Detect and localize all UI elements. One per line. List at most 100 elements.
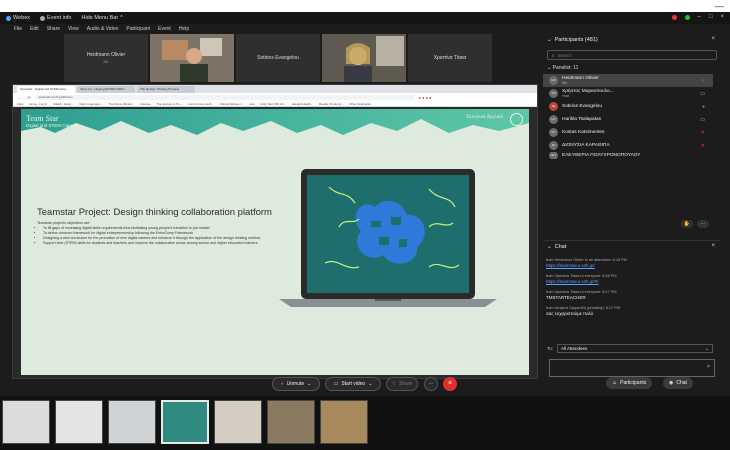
panelist-section-header[interactable]: ⌄ Panelist: 11 — [547, 65, 578, 71]
bookmark-item[interactable]: Apps — [17, 102, 23, 106]
chat-messages: from Heidmann Olivier to all attendees: … — [543, 256, 713, 340]
camera-icon[interactable]: ▭ — [700, 117, 705, 123]
panelist-name: ΕΛΕΥΘΕΡΙΑ ΠΟΛΥΧΡΟΝΟΠΟΥΛΟΥ — [562, 153, 641, 158]
bookmark-item[interactable]: Home - Log in — [29, 102, 47, 106]
panelist-row[interactable]: HT Harikla Tsalapatas ▭ — [543, 113, 713, 126]
menu-participant[interactable]: Participant — [126, 26, 150, 32]
connection-icon — [684, 14, 690, 20]
bookmark-item[interactable]: GitHub - Herer... — [53, 102, 73, 106]
participants-toggle-button[interactable]: ☺ Participants — [606, 377, 653, 389]
mic-on-icon[interactable]: ● — [702, 104, 705, 110]
shared-screen[interactable]: Teamstar - Digital and STEM Care... Inbo… — [12, 84, 538, 379]
thumbnail[interactable] — [2, 400, 50, 444]
bookmark-item[interactable]: Optimal Stories c... — [220, 102, 244, 106]
bookmark-item[interactable]: web — [249, 102, 254, 106]
side-panel: ⌄ Participants (481) × ⌕ ⌄ Panelist: 11 … — [543, 34, 721, 364]
tile-name: Heidmann Olivier — [86, 52, 126, 58]
extension-icons[interactable]: ● ● ● ● — [419, 95, 432, 100]
thumbnail[interactable] — [55, 400, 103, 444]
menu-file[interactable]: File — [14, 26, 22, 32]
bookmark-item[interactable]: List of prime numb... — [188, 102, 213, 106]
mic-muted-icon[interactable]: ✕ — [701, 130, 705, 136]
more-options-button[interactable]: ··· — [424, 377, 438, 391]
panelist-row[interactable]: KK Kostas Katsimentes ✕ — [543, 126, 713, 139]
chat-header: ⌄ Chat × — [543, 240, 721, 252]
chat-recipient-row: To: All Attendees ⌄ — [547, 344, 714, 353]
mic-muted-icon[interactable]: ✕ — [701, 78, 705, 84]
webex-logo-icon — [6, 15, 11, 21]
minimize-window-icon[interactable]: – — [698, 14, 701, 20]
participant-search[interactable]: ⌕ — [547, 50, 717, 60]
bookmark-item[interactable]: Moodle 3.5 site fe... — [319, 102, 343, 106]
video-tile-christina[interactable]: Χριστίνα Τίακα — [408, 34, 492, 82]
menu-event[interactable]: Event — [158, 26, 171, 32]
recipient-select[interactable]: All Attendees ⌄ — [557, 344, 714, 353]
end-meeting-button[interactable]: × — [443, 377, 457, 391]
chat-toggle-button[interactable]: ◉ Chat — [663, 377, 693, 389]
search-input[interactable] — [557, 52, 708, 58]
video-tile-camera-1[interactable] — [150, 34, 234, 82]
close-icon: × — [447, 380, 453, 387]
bookmark-item[interactable]: Other bookmarks — [349, 102, 370, 106]
menu-audio-video[interactable]: Audio & Video — [87, 26, 119, 32]
close-icon[interactable]: × — [711, 243, 715, 249]
browser-tab[interactable]: Inbox (x) - Heykey@STEM-ORM... — [77, 86, 135, 93]
bookmark-item[interactable]: The Future Worker... — [109, 102, 135, 106]
thumbnail[interactable] — [108, 400, 156, 444]
bookmark-item[interactable]: Unity Test CSF Ch... — [260, 102, 285, 106]
slide-title: Teamstar Project: Design thinking collab… — [37, 207, 272, 218]
camera-icon[interactable]: ▭ — [700, 91, 705, 97]
browser-tab[interactable]: Teamstar - Digital and STEM Care... — [17, 86, 75, 93]
tile-name: Sotirios Evangelou — [257, 55, 299, 61]
slide-header-banner: Team Star Digital and STEM Careers Ελλην… — [21, 109, 529, 141]
panelist-row[interactable]: SE Sotirios Evangelou ● — [543, 100, 713, 113]
unmute-button[interactable]: ● Unmute ⌄ — [272, 377, 320, 391]
chevron-down-icon[interactable]: ⌄ — [547, 244, 552, 250]
menu-help[interactable]: Help — [179, 26, 189, 32]
panelist-name: Sotirios Evangelou — [562, 104, 602, 109]
avatar: ΔΚ — [549, 141, 558, 150]
bookmark-item[interactable]: Harvard Health... — [292, 102, 313, 106]
maximize-window-icon[interactable]: □ — [709, 14, 713, 20]
start-video-button[interactable]: ▭ Start video ⌄ — [325, 377, 381, 391]
close-icon[interactable]: × — [711, 36, 715, 42]
panelist-row[interactable]: ΧΜ Χρήστος Μαρκοπουλο... Host ▭ — [543, 87, 713, 100]
more-options-icon[interactable]: ⋯ — [697, 220, 709, 228]
share-button[interactable]: ⇪ Share — [386, 377, 418, 391]
menu-view[interactable]: View — [68, 26, 79, 32]
video-tile-camera-2[interactable] — [322, 34, 406, 82]
mic-muted-icon[interactable]: ✕ — [701, 143, 705, 149]
minimize-icon[interactable]: — — [715, 1, 724, 11]
bookmark-item[interactable]: https://c-gen.gen... — [79, 102, 102, 106]
language-links[interactable]: Ελληνικά Αγγλικά — [466, 115, 503, 120]
message-link[interactable]: https://teamstar.e-uth.gr/#/ — [546, 279, 713, 284]
panelist-row[interactable]: ΔΚ ΔΙΟΝΥΣΙΑ ΚΑΡΑΘΙΠΑ ✕ — [543, 139, 713, 152]
panelist-row[interactable]: ΕΠ ΕΛΕΥΘΕΡΙΑ ΠΟΛΥΧΡΟΝΟΠΟΥΛΟΥ — [543, 152, 713, 159]
video-tile-heidmann[interactable]: Heidmann Olivier Me — [64, 34, 148, 82]
event-info-button[interactable]: Event info — [40, 15, 72, 21]
menu-edit[interactable]: Edit — [30, 26, 39, 32]
close-window-icon[interactable]: × — [720, 14, 724, 20]
bookmark-item[interactable]: The Journey to Tru... — [157, 102, 183, 106]
url-field[interactable]: teamstar.nr.uth.gr/#/home — [34, 94, 415, 100]
browser-address-bar: ← → ⟳ teamstar.nr.uth.gr/#/home ● ● ● ● — [13, 93, 537, 101]
chat-message-input[interactable]: ➤ — [549, 359, 715, 377]
thumbnail[interactable] — [320, 400, 368, 444]
thumbnail-selected[interactable] — [161, 400, 209, 444]
panelist-role: Me — [562, 81, 567, 85]
presentation-slide: Team Star Digital and STEM Careers Ελλην… — [21, 109, 529, 375]
thumbnail[interactable] — [214, 400, 262, 444]
hide-menu-bar-button[interactable]: Hide Menu Bar ^ — [82, 15, 123, 21]
menu-share[interactable]: Share — [47, 26, 60, 32]
panelist-row[interactable]: HO Heidmann Olivier Me ✕ — [543, 74, 713, 87]
browser-nav-icons[interactable]: ← → ⟳ — [17, 95, 31, 100]
video-tile-sotirios[interactable]: Sotirios Evangelou — [236, 34, 320, 82]
browser-tab-bar: Teamstar - Digital and STEM Care... Inbo… — [13, 85, 537, 93]
send-icon[interactable]: ➤ — [706, 363, 711, 370]
message-link[interactable]: https://teamstar.e-uth.gr/ — [546, 263, 713, 268]
thumbnail[interactable] — [267, 400, 315, 444]
chevron-down-icon[interactable]: ⌄ — [547, 37, 552, 43]
browser-tab[interactable]: The Design Thinking Process — [137, 86, 195, 93]
raise-hand-icon[interactable]: ✋ — [681, 220, 693, 228]
bookmark-item[interactable]: Courses — [140, 102, 150, 106]
